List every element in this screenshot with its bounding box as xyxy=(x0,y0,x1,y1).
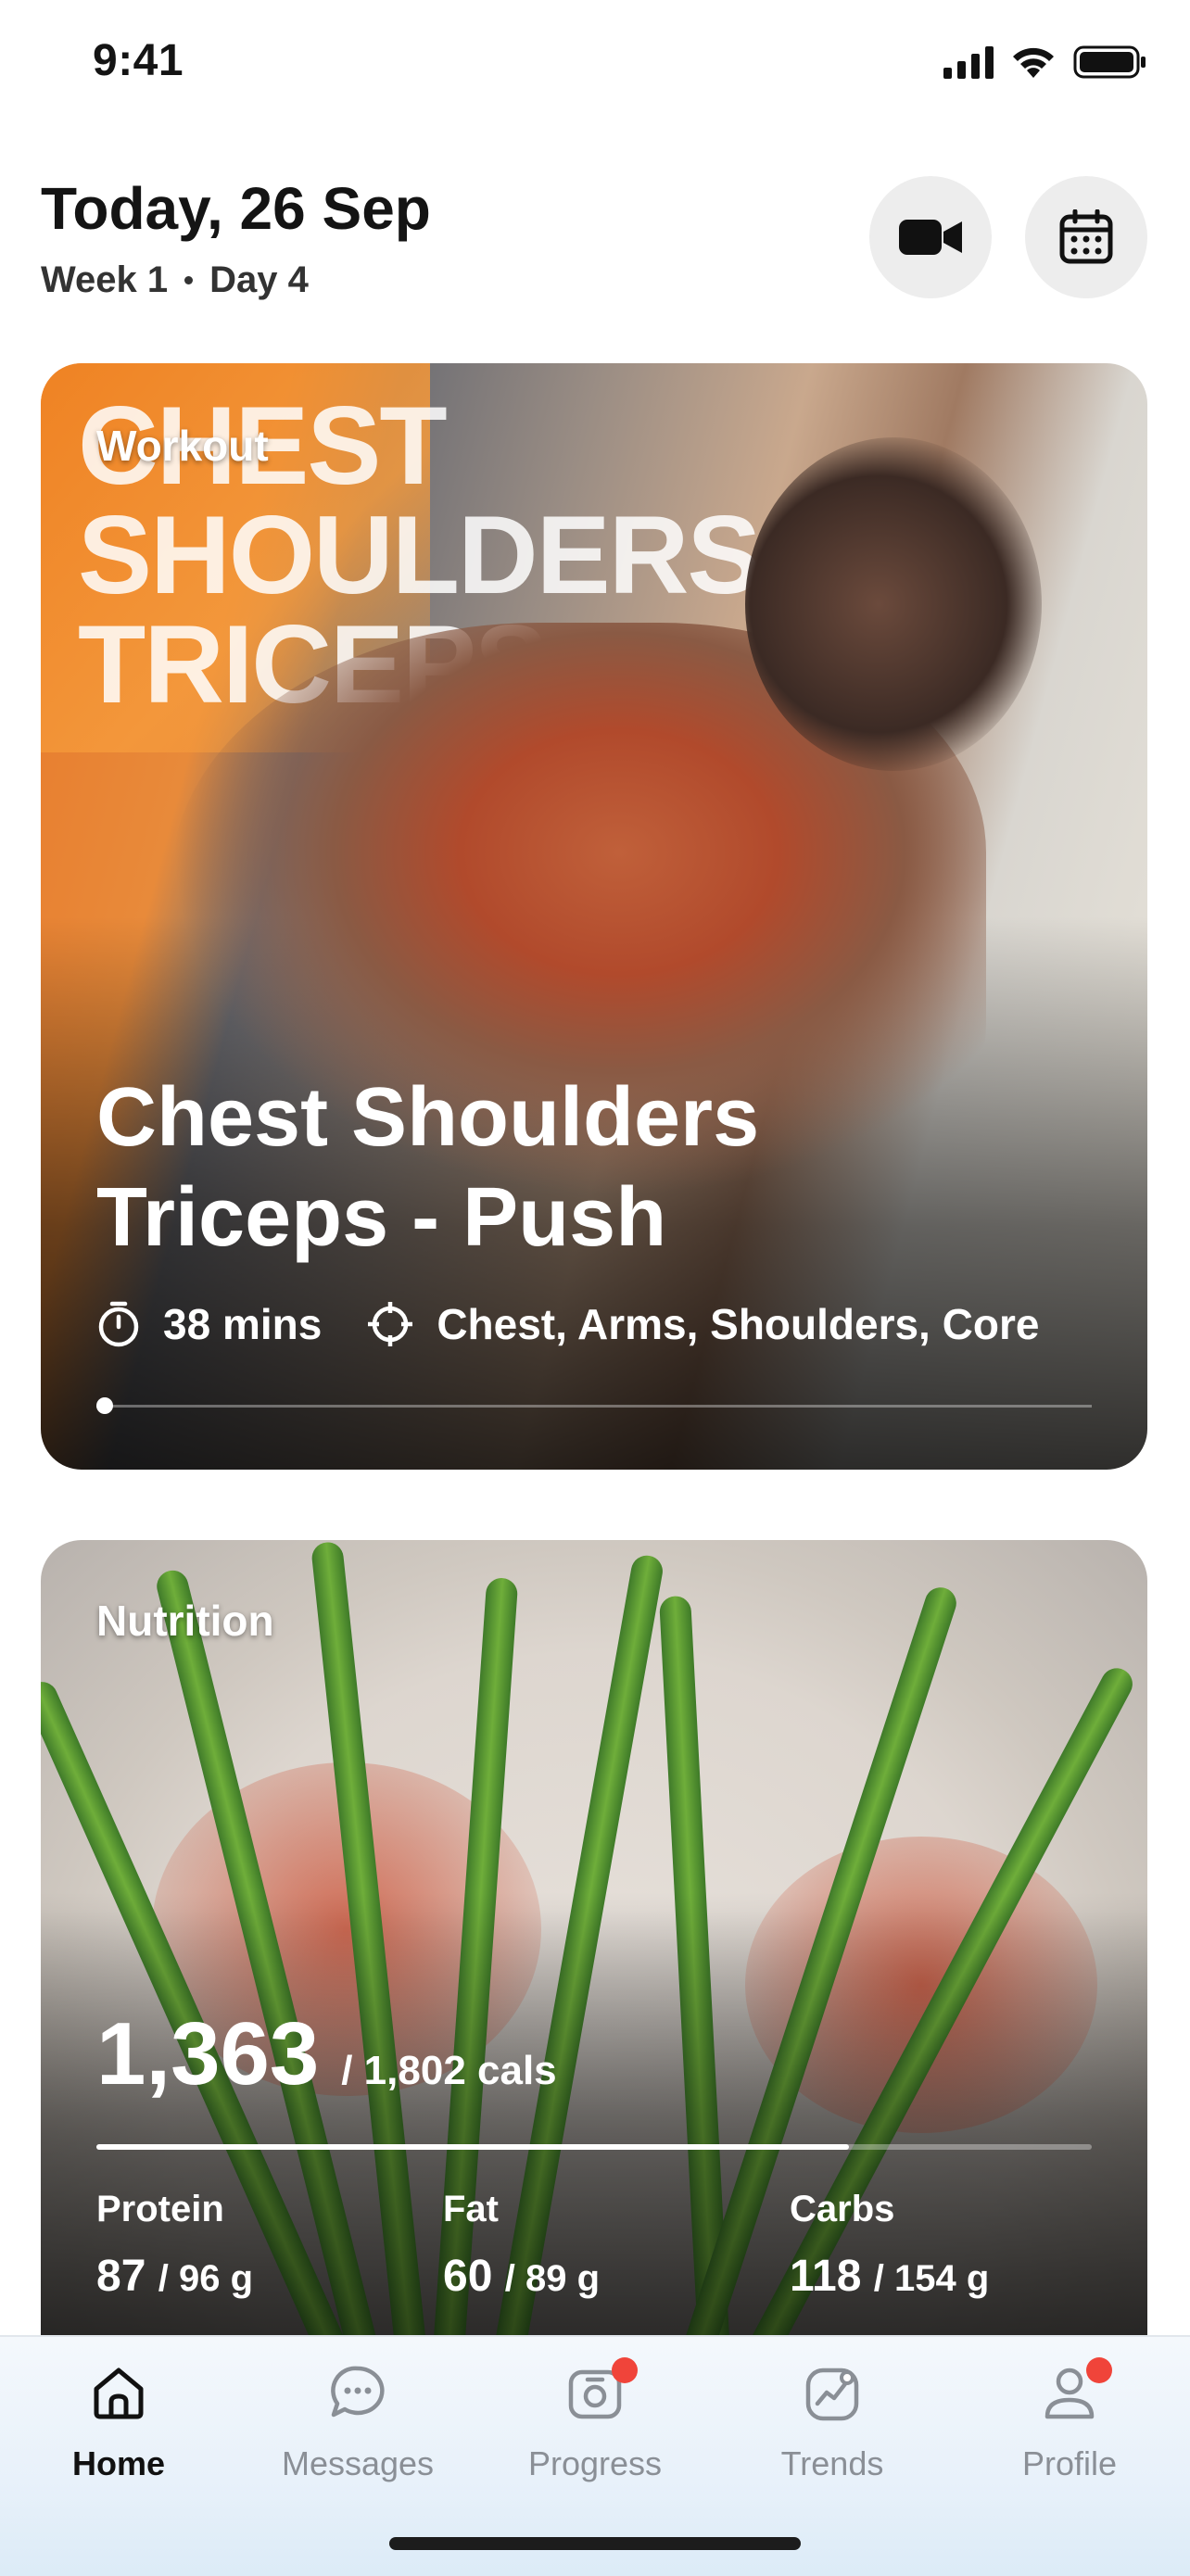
calories-consumed: 1,363 xyxy=(96,2004,320,2103)
tab-messages[interactable]: Messages xyxy=(239,2337,476,2504)
workout-target-muscles: Chest, Arms, Shoulders, Core xyxy=(437,1300,1040,1348)
week-day-indicator: Week 1 Day 4 xyxy=(41,259,431,301)
tab-label: Home xyxy=(71,2444,166,2482)
camera-icon xyxy=(565,2355,638,2430)
page-header: Today, 26 Sep Week 1 Day 4 xyxy=(41,167,431,301)
week-label: Week 1 xyxy=(41,259,169,300)
page-title: Today, 26 Sep xyxy=(41,175,431,242)
calendar-button[interactable] xyxy=(1025,176,1147,298)
video-camera-icon xyxy=(899,220,962,255)
status-time: 9:41 xyxy=(93,36,184,85)
macro-total: / 89 g xyxy=(504,2258,600,2299)
status-bar: 9:41 xyxy=(0,0,1190,130)
nutrition-label: Nutrition xyxy=(96,1597,274,1645)
tab-trends[interactable]: Trends xyxy=(714,2337,951,2504)
tab-profile[interactable]: Profile xyxy=(951,2337,1188,2504)
macro-value: 118 xyxy=(790,2252,862,2301)
workout-title: Chest Shoulders Triceps - Push xyxy=(96,1067,759,1268)
battery-icon xyxy=(1073,45,1146,79)
macro-name: Carbs xyxy=(790,2189,895,2229)
macro-value: 87 xyxy=(96,2252,146,2301)
workout-card[interactable]: CHEST SHOULDERS TRICEPS Workout Chest Shou… xyxy=(41,363,1147,1470)
tab-label: Profile xyxy=(1021,2444,1118,2482)
calorie-summary: 1,363 / 1,802 cals xyxy=(96,2003,557,2105)
timer-icon xyxy=(96,1300,141,1348)
workout-duration: 38 mins xyxy=(163,1300,323,1348)
calories-target: / 1,802 cals xyxy=(341,2048,557,2093)
status-icons xyxy=(943,44,1147,80)
target-icon xyxy=(366,1300,414,1348)
workout-label: Workout xyxy=(96,422,269,470)
notification-badge xyxy=(1086,2357,1112,2383)
trend-chart-icon xyxy=(803,2355,862,2430)
macro-total: / 96 g xyxy=(158,2258,253,2299)
day-label: Day 4 xyxy=(209,259,309,300)
calorie-progress-fill xyxy=(96,2144,849,2150)
separator-dot xyxy=(184,276,194,284)
macro-carbs: Carbs 118 / 154 g xyxy=(790,2189,1136,2302)
calorie-progress-bar xyxy=(96,2144,1092,2150)
carousel-indicator xyxy=(96,1397,113,1414)
macro-name: Protein xyxy=(96,2189,224,2229)
chat-icon xyxy=(328,2355,387,2430)
tab-label: Progress xyxy=(527,2444,663,2482)
tab-label: Messages xyxy=(281,2444,435,2482)
macro-value-row: 60 / 89 g xyxy=(443,2251,790,2302)
macro-protein: Protein 87 / 96 g xyxy=(96,2189,443,2302)
notification-badge xyxy=(612,2357,638,2383)
wifi-icon xyxy=(1013,47,1054,78)
macro-total: / 154 g xyxy=(873,2258,990,2299)
workout-title-line1: Chest Shoulders xyxy=(96,1071,760,1164)
home-indicator xyxy=(389,2537,801,2550)
workout-meta: 38 mins Chest, Arms, Shoulders, Core xyxy=(96,1299,1039,1349)
carousel-track xyxy=(96,1405,1092,1408)
workout-photo-head xyxy=(745,437,1042,771)
user-icon xyxy=(1040,2355,1112,2430)
nutrition-card[interactable]: Nutrition 1,363 / 1,802 cals Protein 87 … xyxy=(41,1540,1147,2467)
tab-label: Trends xyxy=(780,2444,884,2482)
macro-value: 60 xyxy=(443,2252,493,2301)
macro-fat: Fat 60 / 89 g xyxy=(443,2189,790,2302)
macro-value-row: 118 / 154 g xyxy=(790,2251,1136,2302)
workout-title-line2: Triceps - Push xyxy=(96,1171,667,1264)
tab-progress[interactable]: Progress xyxy=(476,2337,714,2504)
macro-name: Fat xyxy=(443,2189,499,2229)
macro-value-row: 87 / 96 g xyxy=(96,2251,443,2302)
home-icon xyxy=(89,2355,148,2430)
tab-home[interactable]: Home xyxy=(0,2337,237,2504)
video-call-button[interactable] xyxy=(869,176,992,298)
macro-list: Protein 87 / 96 g Fat 60 / 89 g Carbs 11… xyxy=(96,2189,1136,2302)
signal-icon xyxy=(943,45,994,79)
calendar-icon xyxy=(1059,209,1113,264)
